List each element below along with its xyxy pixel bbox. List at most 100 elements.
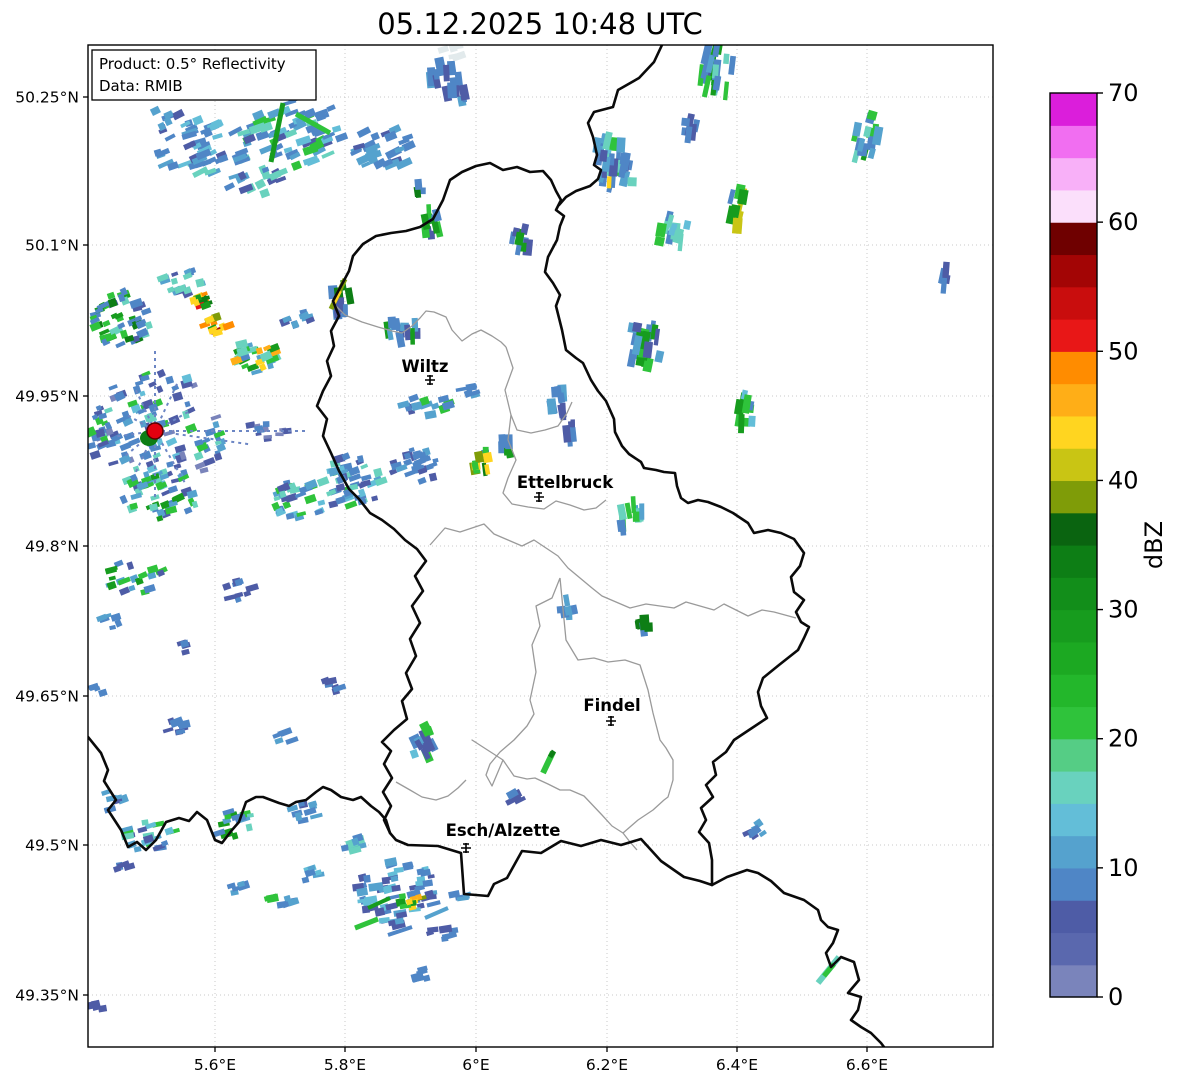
colorbar-tick-label: 30 bbox=[1108, 596, 1139, 624]
echo-cell bbox=[104, 407, 113, 414]
echo-cell bbox=[427, 900, 441, 907]
luxembourg-border bbox=[317, 163, 809, 896]
echo-cell bbox=[184, 507, 193, 515]
echo-cell bbox=[212, 133, 223, 140]
echo-cell bbox=[728, 56, 736, 75]
echo-cell bbox=[259, 188, 270, 198]
echo-cell bbox=[126, 561, 134, 570]
echo-cell bbox=[852, 122, 862, 137]
colorbar-segment bbox=[1050, 803, 1097, 836]
echo-cell bbox=[108, 384, 118, 391]
echo-cell bbox=[373, 468, 383, 478]
city-marker-icon bbox=[425, 375, 435, 385]
echo-cell bbox=[134, 846, 142, 853]
echo-cell bbox=[410, 328, 415, 345]
echo-cell bbox=[345, 287, 355, 304]
y-tick-label: 49.95°N bbox=[15, 388, 79, 406]
echo-cell bbox=[551, 387, 558, 398]
echo-cell bbox=[166, 437, 178, 447]
x-tick-label: 6.2°E bbox=[586, 1056, 628, 1074]
info-box-product: Product: 0.5° Reflectivity bbox=[99, 55, 286, 73]
echo-cell bbox=[185, 423, 197, 434]
echo-cell bbox=[141, 307, 152, 315]
colorbar-segment bbox=[1050, 965, 1097, 998]
echo-cell bbox=[165, 133, 176, 141]
colorbar-segment bbox=[1050, 319, 1097, 352]
colorbar-tick-label: 0 bbox=[1108, 983, 1123, 1011]
echo-cell bbox=[285, 736, 298, 745]
city-label: Esch/Alzette bbox=[446, 821, 561, 840]
echo-cell bbox=[563, 594, 570, 606]
colorbar-segment bbox=[1050, 513, 1097, 546]
x-tick-label: 6.6°E bbox=[846, 1056, 888, 1074]
echo-cell bbox=[456, 387, 467, 392]
echo-cell bbox=[402, 861, 413, 871]
echo-cell bbox=[326, 104, 335, 112]
echo-cell bbox=[150, 106, 161, 116]
info-box-data-source: Data: RMIB bbox=[99, 77, 183, 95]
echo-cell bbox=[129, 503, 138, 510]
echo-cell bbox=[617, 519, 627, 532]
echo-cell bbox=[616, 137, 625, 153]
city-label: Wiltz bbox=[401, 357, 448, 376]
colorbar-segment bbox=[1050, 254, 1097, 287]
echo-cell bbox=[738, 414, 745, 433]
echo-cell bbox=[429, 473, 437, 482]
x-tick-label: 5.8°E bbox=[324, 1056, 366, 1074]
echo-cell bbox=[212, 421, 219, 428]
echo-cell bbox=[363, 875, 371, 883]
echo-cell bbox=[245, 421, 255, 429]
district-border-ettelbruck bbox=[503, 415, 606, 510]
echo-cell bbox=[344, 500, 357, 509]
echo-cell bbox=[433, 69, 439, 80]
echo-cell bbox=[224, 182, 235, 191]
echo-cell bbox=[171, 271, 178, 277]
echo-cell bbox=[115, 341, 125, 349]
echo-cell bbox=[194, 451, 204, 460]
colorbar-segment bbox=[1050, 610, 1097, 643]
echo-cell bbox=[245, 583, 259, 592]
y-tick-label: 49.35°N bbox=[15, 987, 79, 1005]
echo-cell bbox=[627, 177, 636, 186]
echo-cell bbox=[274, 737, 283, 744]
echo-cell bbox=[181, 649, 190, 656]
echo-cell bbox=[432, 458, 438, 463]
echo-cell bbox=[408, 394, 419, 403]
echo-cell bbox=[399, 893, 406, 899]
y-tick-label: 49.5°N bbox=[25, 837, 79, 855]
echo-cell bbox=[263, 435, 272, 439]
radar-site-dot bbox=[147, 423, 163, 439]
echo-cell bbox=[317, 500, 325, 506]
x-tick-label: 5.6°E bbox=[194, 1056, 236, 1074]
echo-cell bbox=[390, 318, 399, 330]
info-box: Product: 0.5° Reflectivity Data: RMIB bbox=[92, 50, 316, 100]
echo-cell bbox=[239, 183, 254, 194]
y-tick-label: 49.8°N bbox=[25, 538, 79, 556]
echo-cell bbox=[415, 881, 423, 887]
echo-streak bbox=[355, 919, 378, 928]
echo-cell bbox=[164, 827, 174, 836]
echo-cell bbox=[547, 398, 557, 414]
colorbar-segment bbox=[1050, 384, 1097, 417]
colorbar-segment bbox=[1050, 545, 1097, 578]
radar-plot: 05.12.2025 10:48 UTC WiltzEttelbruckFind… bbox=[0, 0, 1184, 1081]
echo-cell bbox=[201, 291, 208, 296]
colorbar-segment bbox=[1050, 674, 1097, 707]
echo-cell bbox=[599, 150, 607, 162]
colorbar-segment bbox=[1050, 222, 1097, 255]
echo-cell bbox=[443, 65, 450, 82]
district-border-north bbox=[332, 302, 506, 347]
echo-cell bbox=[639, 503, 644, 519]
radar-map-page: 05.12.2025 10:48 UTC WiltzEttelbruckFind… bbox=[0, 0, 1184, 1081]
echo-cell bbox=[108, 460, 119, 466]
colorbar-tick-label: 40 bbox=[1108, 466, 1139, 494]
echo-cell bbox=[172, 109, 185, 120]
echo-cell bbox=[291, 160, 302, 170]
colorbar-segment bbox=[1050, 868, 1097, 901]
echo-cell bbox=[410, 749, 419, 759]
echo-cell bbox=[157, 369, 166, 378]
colorbar-segment bbox=[1050, 416, 1097, 449]
colorbar-axis-label: dBZ bbox=[1140, 521, 1168, 569]
city-label: Ettelbruck bbox=[517, 473, 614, 492]
x-tick-label: 6.4°E bbox=[716, 1056, 758, 1074]
